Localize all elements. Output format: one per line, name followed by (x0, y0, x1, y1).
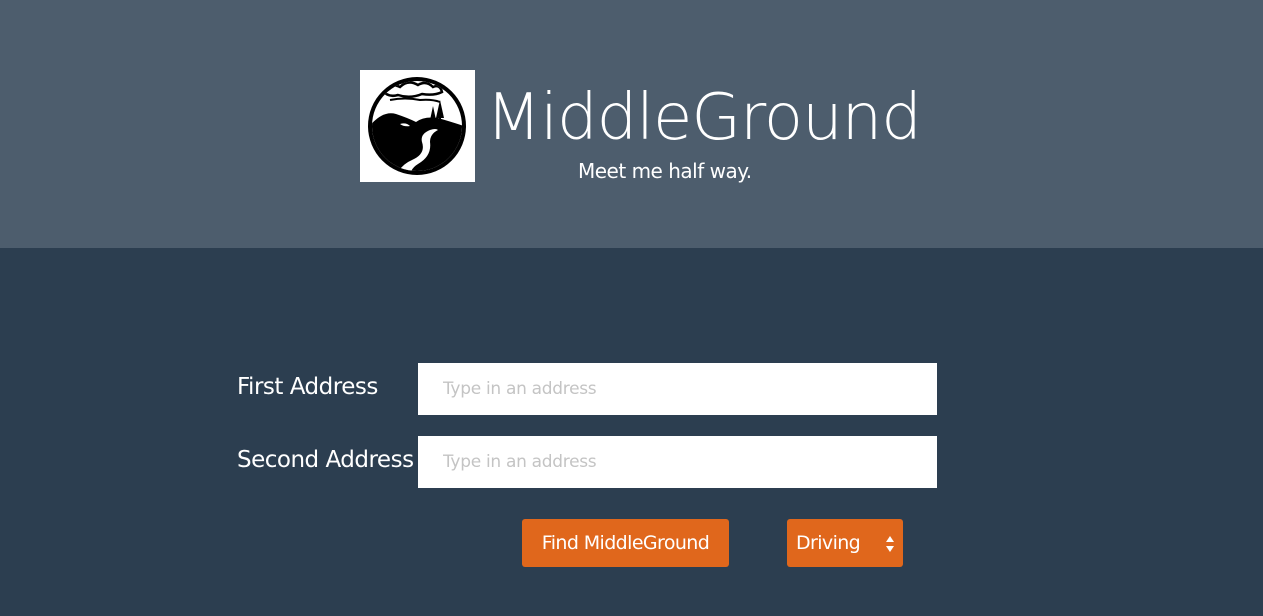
travel-mode-value: Driving (796, 532, 861, 554)
select-arrows-icon (886, 536, 894, 552)
header-banner: MiddleGround Meet me half way. (0, 0, 1263, 248)
logo (360, 70, 475, 182)
landscape-logo-icon (368, 77, 466, 175)
first-address-label: First Address (237, 374, 378, 400)
tagline: Meet me half way. (578, 159, 752, 183)
travel-mode-select[interactable]: Driving (787, 519, 903, 567)
first-address-input[interactable] (418, 363, 937, 415)
brand-name: MiddleGround (486, 81, 922, 155)
second-address-label: Second Address (237, 447, 414, 473)
second-address-input[interactable] (418, 436, 937, 488)
find-middleground-button[interactable]: Find MiddleGround (522, 519, 729, 567)
